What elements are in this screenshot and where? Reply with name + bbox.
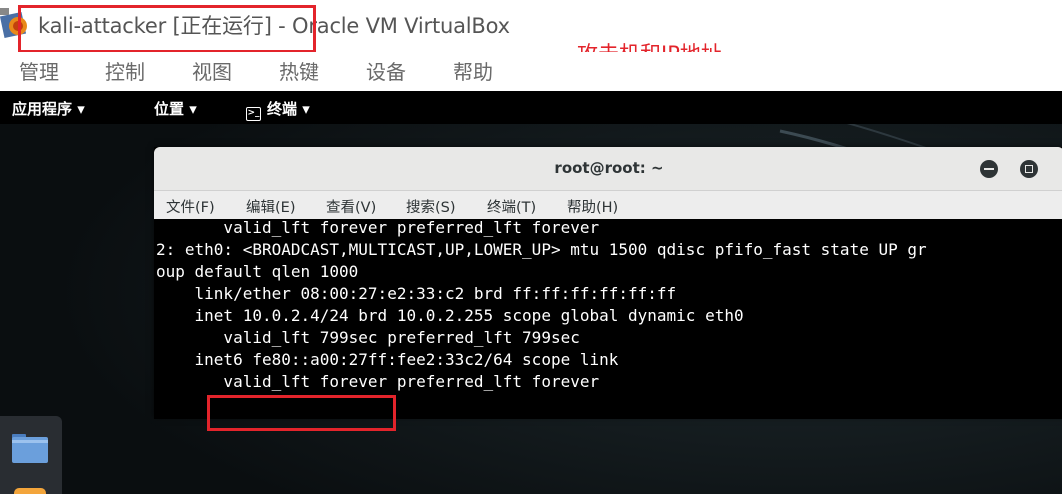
terminal-app-menu[interactable]: >_ 终端 ▾ — [246, 98, 310, 121]
term-menu-file[interactable]: 文件(F) — [166, 196, 215, 217]
places-menu[interactable]: 位置 ▾ — [154, 98, 197, 119]
terminal-window: root@root: ~ 文件(F) 编辑(E) 查看(V) 搜索(S) 终端(… — [154, 147, 1062, 419]
gnome-top-bar: 应用程序 ▾ 位置 ▾ >_ 终端 ▾ — [0, 91, 1062, 124]
term-menu-view[interactable]: 查看(V) — [326, 196, 376, 217]
terminal-line: inet6 fe80::a00:27ff:fee2:33c2/64 scope … — [156, 350, 619, 369]
terminal-output[interactable]: valid_lft forever preferred_lft forever … — [154, 219, 1062, 419]
ip-highlight-box — [207, 395, 396, 431]
terminal-title: root@root: ~ — [554, 159, 664, 177]
menu-manage[interactable]: 管理 — [19, 56, 59, 85]
menu-help[interactable]: 帮助 — [453, 56, 493, 85]
menu-view[interactable]: 视图 — [192, 56, 232, 85]
menu-hotkeys[interactable]: 热键 — [279, 56, 319, 85]
terminal-icon: >_ — [246, 107, 261, 121]
term-menu-terminal[interactable]: 终端(T) — [487, 196, 536, 217]
files-icon[interactable] — [11, 432, 49, 464]
title-highlight-box — [18, 5, 316, 53]
dock-app-icon[interactable] — [14, 488, 46, 494]
terminal-app-menu-label: 终端 ▾ — [267, 100, 310, 118]
dock — [0, 416, 62, 494]
term-menu-edit[interactable]: 编辑(E) — [246, 196, 295, 217]
terminal-line: 2: eth0: <BROADCAST,MULTICAST,UP,LOWER_U… — [156, 240, 927, 259]
terminal-line: valid_lft forever preferred_lft forever — [156, 219, 600, 237]
terminal-menu-bar: 文件(F) 编辑(E) 查看(V) 搜索(S) 终端(T) 帮助(H) — [154, 191, 1062, 219]
menu-control[interactable]: 控制 — [105, 56, 145, 85]
terminal-line: inet 10.0.2.4/24 brd 10.0.2.255 scope gl… — [156, 306, 744, 325]
applications-menu[interactable]: 应用程序 ▾ — [12, 98, 85, 119]
term-menu-help[interactable]: 帮助(H) — [567, 196, 618, 217]
terminal-line: oup default qlen 1000 — [156, 262, 359, 281]
terminal-line: valid_lft 799sec preferred_lft 799sec — [156, 328, 580, 347]
terminal-line: link/ether 08:00:27:e2:33:c2 brd ff:ff:f… — [156, 284, 677, 303]
terminal-line: valid_lft forever preferred_lft forever — [156, 372, 600, 391]
menu-devices[interactable]: 设备 — [366, 56, 406, 85]
maximize-icon[interactable] — [1020, 160, 1038, 178]
term-menu-search[interactable]: 搜索(S) — [406, 196, 456, 217]
vbox-menu-bar: 管理 控制 视图 热键 设备 帮助 — [0, 52, 1062, 90]
minimize-icon[interactable] — [980, 160, 998, 178]
terminal-titlebar[interactable]: root@root: ~ — [154, 147, 1062, 191]
